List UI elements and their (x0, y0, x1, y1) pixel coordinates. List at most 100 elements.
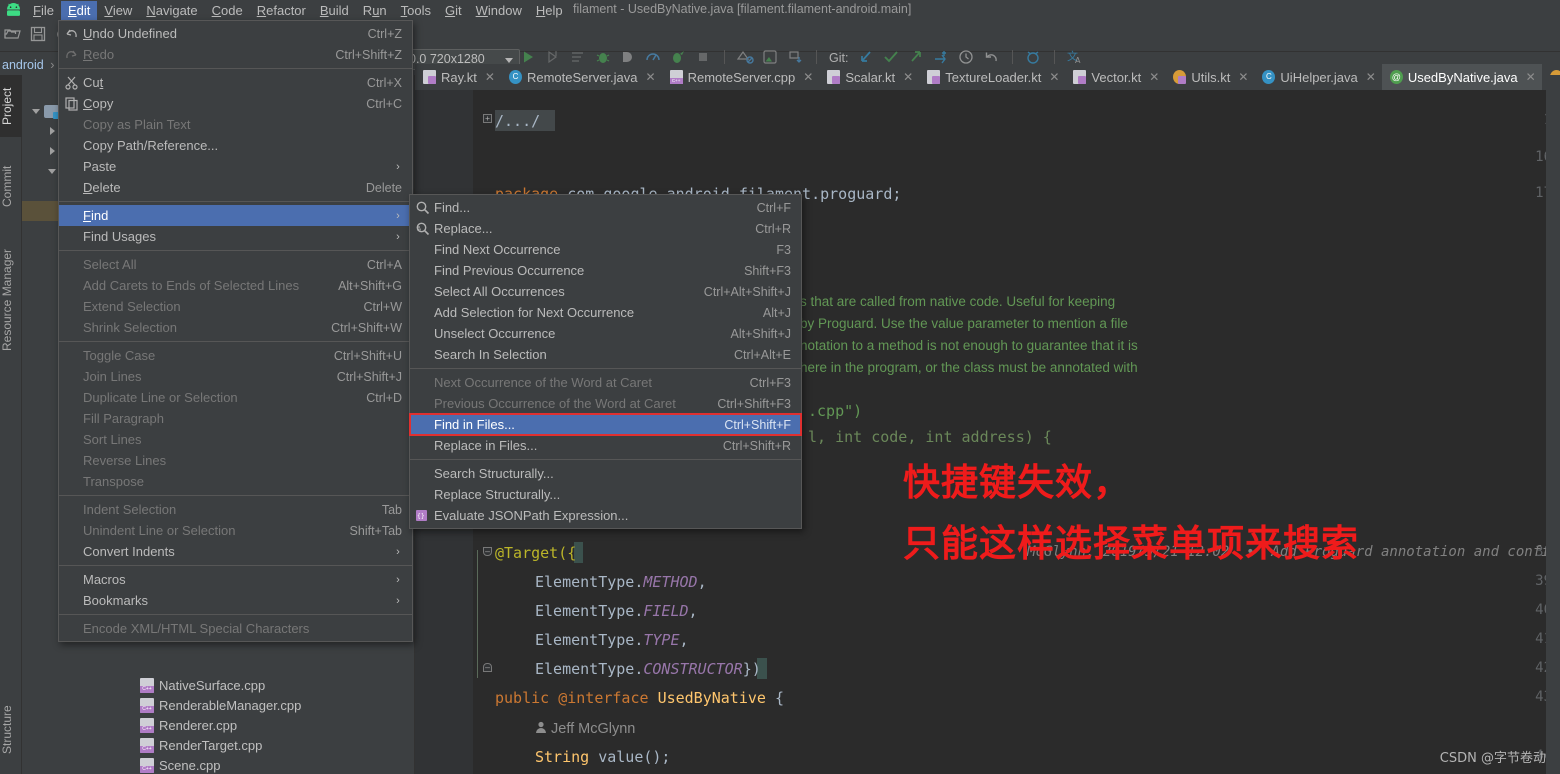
menubar-item-edit[interactable]: Edit (60, 1, 98, 21)
find-submenu-item-label: Replace Structurally... (434, 487, 561, 502)
menubar-item-help[interactable]: Help (529, 1, 570, 21)
edit-menu-item-bookmarks[interactable]: Bookmarks › (59, 590, 412, 611)
editor-tab-textureloader-kt[interactable]: TextureLoader.kt ✕ (919, 64, 1065, 90)
chevron-down-icon[interactable] (30, 105, 42, 117)
edit-menu-item-find[interactable]: Find › (59, 205, 412, 226)
edit-menu-item-transpose[interactable]: Transpose (59, 471, 412, 492)
edit-menu-item-label: Convert Indents (83, 544, 175, 559)
edit-menu-item-find-usages[interactable]: Find Usages › (59, 226, 412, 247)
ide-window: File Edit View Navigate Code Refactor Build Run… (0, 0, 1560, 774)
edit-menu-item-fill-paragraph[interactable]: Fill Paragraph (59, 408, 412, 429)
author-inlay-hint[interactable]: Jeff McGlynn (535, 720, 635, 738)
open-folder-icon[interactable] (4, 26, 22, 46)
menubar-item-build[interactable]: Build (313, 1, 356, 21)
edit-menu-item-extend-selection[interactable]: Extend Selection Ctrl+W (59, 296, 412, 317)
menubar-item-run[interactable]: Run (356, 1, 394, 21)
close-icon[interactable]: ✕ (1149, 70, 1159, 84)
close-icon[interactable]: ✕ (646, 70, 656, 84)
close-icon[interactable]: ✕ (1238, 70, 1248, 84)
find-submenu-item-next-occurrence-of-the-word-at-caret[interactable]: Next Occurrence of the Word at Caret Ctrl… (410, 372, 801, 393)
close-icon[interactable]: ✕ (1526, 70, 1536, 84)
edit-menu-item-cut[interactable]: Cut Ctrl+X (59, 72, 412, 93)
edit-menu-item-shrink-selection[interactable]: Shrink Selection Ctrl+Shift+W (59, 317, 412, 338)
editor-tab-uihelper-java[interactable]: UiHelper.java ✕ (1254, 64, 1381, 90)
find-submenu-item-select-all-occurrences[interactable]: Select All Occurrences Ctrl+Alt+Shift+J (410, 281, 801, 302)
menubar-item-view[interactable]: View (97, 1, 139, 21)
editor-tab-utils-kt[interactable]: Utils.kt ✕ (1165, 64, 1254, 90)
close-icon[interactable]: ✕ (903, 70, 913, 84)
editor-tab-usedbynative-java[interactable]: UsedByNative.java ✕ (1381, 64, 1542, 90)
find-submenu-item-previous-occurrence-of-the-word-at-caret[interactable]: Previous Occurrence of the Word at Caret… (410, 393, 801, 414)
editor-tab-vector-kt[interactable]: Vector.kt ✕ (1065, 64, 1165, 90)
edit-menu-item-select-all[interactable]: Select All Ctrl+A (59, 254, 412, 275)
menubar-item-navigate[interactable]: Navigate (139, 1, 204, 21)
sidebar-item-structure[interactable]: Structure (0, 690, 22, 770)
edit-menu-item-duplicate-line-or-selection[interactable]: Duplicate Line or Selection Ctrl+D (59, 387, 412, 408)
sidebar-item-commit[interactable]: Commit (0, 155, 22, 217)
editor-tab-remoteserver-cpp[interactable]: RemoteServer.cpp ✕ (662, 64, 820, 90)
project-tree-file[interactable]: RenderTarget.cpp (22, 735, 414, 755)
sidebar-item-resource-manager[interactable]: Resource Manager (0, 230, 22, 370)
fold-collapse-icon[interactable]: – (483, 547, 492, 556)
edit-menu-item-unindent-line-or-selection[interactable]: Unindent Line or Selection Shift+Tab (59, 520, 412, 541)
edit-menu-item-copy-path-reference[interactable]: Copy Path/Reference... (59, 135, 412, 156)
edit-menu-item-add-carets-to-ends-of-selected-lines[interactable]: Add Carets to Ends of Selected Lines Alt+… (59, 275, 412, 296)
close-icon[interactable]: ✕ (803, 70, 813, 84)
edit-menu-item-copy[interactable]: Copy Ctrl+C (59, 93, 412, 114)
edit-menu-item-macros[interactable]: Macros › (59, 569, 412, 590)
find-submenu-item-replace-in-files[interactable]: Replace in Files... Ctrl+Shift+R (410, 435, 801, 456)
edit-menu-item-paste[interactable]: Paste › (59, 156, 412, 177)
find-submenu-dropdown[interactable]: Find... Ctrl+F A Replace... Ctrl+R Find Next … (409, 194, 802, 529)
close-icon[interactable]: ✕ (1049, 70, 1059, 84)
edit-menu-item-copy-as-plain-text[interactable]: Copy as Plain Text (59, 114, 412, 135)
chevron-right-icon[interactable] (46, 125, 58, 137)
save-icon[interactable] (30, 26, 48, 46)
menubar-item-tools[interactable]: Tools (394, 1, 438, 21)
close-icon[interactable]: ✕ (1366, 70, 1376, 84)
edit-menu-item-convert-indents[interactable]: Convert Indents › (59, 541, 412, 562)
find-submenu-item-replace[interactable]: A Replace... Ctrl+R (410, 218, 801, 239)
menubar-item-window[interactable]: Window (469, 1, 529, 21)
menubar-item-file[interactable]: File (26, 1, 61, 21)
find-submenu-item-search-structurally[interactable]: Search Structurally... (410, 463, 801, 484)
edit-menu-separator (59, 495, 412, 496)
project-tree-file[interactable]: RenderableManager.cpp (22, 695, 414, 715)
find-submenu-item-search-in-selection[interactable]: Search In Selection Ctrl+Alt+E (410, 344, 801, 365)
close-icon[interactable]: ✕ (485, 70, 495, 84)
edit-menu-item-redo[interactable]: Redo Ctrl+Shift+Z (59, 44, 412, 65)
edit-menu-item-undo-undefined[interactable]: Undo Undefined Ctrl+Z (59, 23, 412, 44)
editor-tab-remoteserver-java[interactable]: RemoteServer.java ✕ (501, 64, 662, 90)
find-submenu-item-label: Next Occurrence of the Word at Caret (434, 375, 652, 390)
edit-menu-dropdown[interactable]: Undo Undefined Ctrl+Z Redo Ctrl+Shift+Z Cut C… (58, 20, 413, 642)
project-tree-file[interactable]: NativeSurface.cpp (22, 675, 414, 695)
edit-menu-item-indent-selection[interactable]: Indent Selection Tab (59, 499, 412, 520)
menubar-item-code[interactable]: Code (205, 1, 250, 21)
find-submenu-item-find[interactable]: Find... Ctrl+F (410, 197, 801, 218)
find-submenu-item-find-previous-occurrence[interactable]: Find Previous Occurrence Shift+F3 (410, 260, 801, 281)
editor-tab-label: Scalar.kt (845, 69, 896, 85)
edit-menu-item-sort-lines[interactable]: Sort Lines (59, 429, 412, 450)
edit-menu-item-delete[interactable]: Delete Delete (59, 177, 412, 198)
menubar-item-git[interactable]: Git (438, 1, 469, 21)
edit-menu-item-join-lines[interactable]: Join Lines Ctrl+Shift+J (59, 366, 412, 387)
find-submenu-item-evaluate-jsonpath-expression[interactable]: {} Evaluate JSONPath Expression... (410, 505, 801, 526)
find-submenu-item-replace-structurally[interactable]: Replace Structurally... (410, 484, 801, 505)
find-submenu-item-find-next-occurrence[interactable]: Find Next Occurrence F3 (410, 239, 801, 260)
find-submenu-item-add-selection-for-next-occurrence[interactable]: Add Selection for Next Occurrence Alt+J (410, 302, 801, 323)
sidebar-item-project[interactable]: Project (0, 75, 22, 137)
chevron-down-icon[interactable] (46, 165, 58, 177)
fold-collapse-end-icon[interactable]: – (483, 663, 492, 672)
project-tree-file[interactable]: Scene.cpp (22, 755, 414, 774)
edit-menu-item-encode-xml-html-special-characters[interactable]: Encode XML/HTML Special Characters (59, 618, 412, 639)
project-tree-file[interactable]: Renderer.cpp (22, 715, 414, 735)
find-submenu-item-unselect-occurrence[interactable]: Unselect Occurrence Alt+Shift+J (410, 323, 801, 344)
find-submenu-item-find-in-files[interactable]: Find in Files... Ctrl+Shift+F (409, 413, 802, 436)
edit-menu-item-toggle-case[interactable]: Toggle Case Ctrl+Shift+U (59, 345, 412, 366)
fold-expand-icon[interactable]: + (483, 114, 492, 123)
kotlin-file-icon (1073, 70, 1087, 84)
editor-tab-ray-kt[interactable]: Ray.kt ✕ (415, 64, 501, 90)
menubar-item-refactor[interactable]: Refactor (250, 1, 313, 21)
editor-tab-scalar-kt[interactable]: Scalar.kt ✕ (819, 64, 919, 90)
edit-menu-item-reverse-lines[interactable]: Reverse Lines (59, 450, 412, 471)
chevron-right-icon[interactable] (46, 145, 58, 157)
